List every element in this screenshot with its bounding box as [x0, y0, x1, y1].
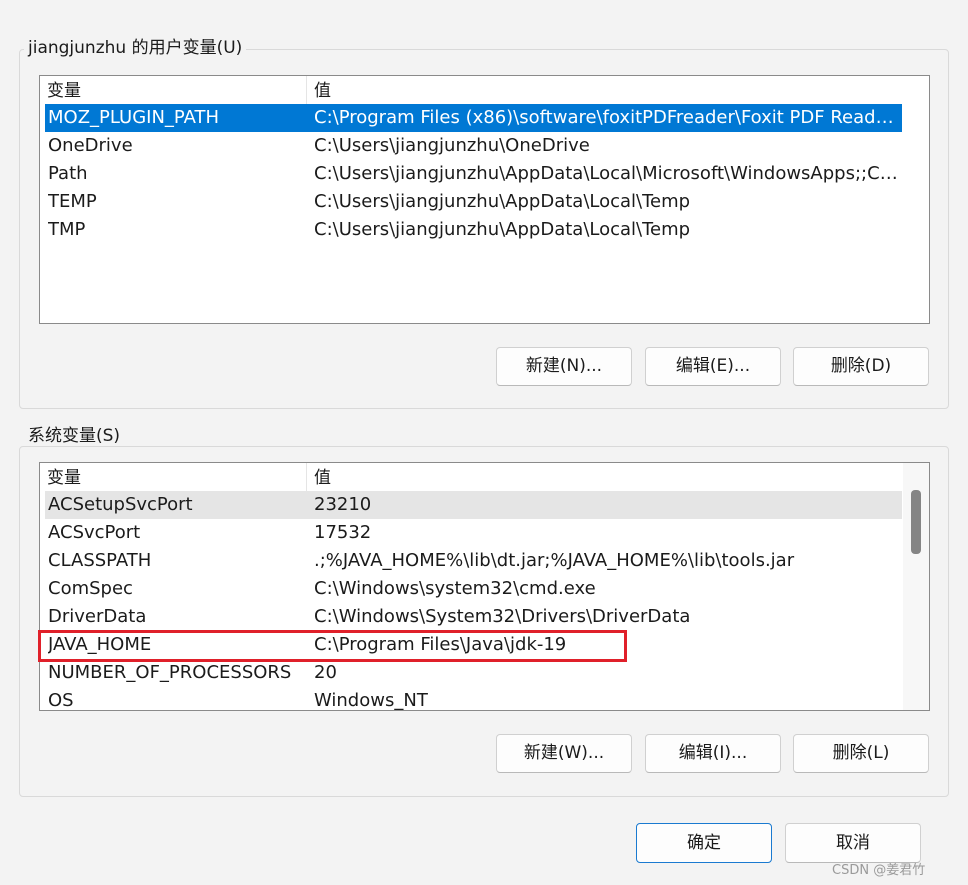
variable-name-cell: MOZ_PLUGIN_PATH [48, 107, 220, 128]
table-row[interactable]: ACSvcPort 17532 [45, 519, 902, 547]
table-row[interactable]: ACSetupSvcPort 23210 [45, 491, 902, 519]
user-variables-list[interactable]: 变量 值 MOZ_PLUGIN_PATH C:\Program Files (x8… [39, 75, 930, 324]
system-variables-title: 系统变量(S) [24, 426, 125, 446]
scrollbar-thumb[interactable] [911, 490, 921, 554]
table-row[interactable]: OS Windows_NT [45, 687, 902, 711]
table-row[interactable]: OneDrive C:\Users\jiangjunzhu\OneDrive [45, 132, 902, 160]
variable-value-cell: .;%JAVA_HOME%\lib\dt.jar;%JAVA_HOME%\lib… [314, 550, 795, 571]
variable-value-cell: C:\Users\jiangjunzhu\AppData\Local\Temp [314, 219, 691, 240]
variable-value-cell: Windows_NT [314, 690, 428, 711]
table-row[interactable]: NUMBER_OF_PROCESSORS 20 [45, 659, 902, 687]
variable-name-cell: TEMP [48, 191, 97, 212]
system-list-header: 变量 值 [40, 463, 929, 491]
table-row[interactable]: CLASSPATH .;%JAVA_HOME%\lib\dt.jar;%JAVA_… [45, 547, 902, 575]
user-variables-title: jiangjunzhu 的用户变量(U) [24, 38, 247, 58]
table-row[interactable]: TMP C:\Users\jiangjunzhu\AppData\Local\Te… [45, 216, 902, 244]
variable-value-cell: C:\Program Files (x86)\software\foxitPDF… [314, 107, 899, 128]
java-home-highlight-box [38, 630, 627, 662]
system-edit-button[interactable]: 编辑(I)... [645, 734, 781, 773]
system-new-button[interactable]: 新建(W)... [496, 734, 632, 773]
variable-name-cell: OneDrive [48, 135, 133, 156]
column-header-variable[interactable]: 变量 [40, 463, 307, 491]
variable-name-cell: ACSetupSvcPort [48, 494, 193, 515]
variable-value-cell: 17532 [314, 522, 372, 543]
variable-name-cell: NUMBER_OF_PROCESSORS [48, 662, 292, 683]
variable-value-cell: C:\Users\jiangjunzhu\AppData\Local\Micro… [314, 163, 899, 184]
variable-name-cell: TMP [48, 219, 86, 240]
watermark: CSDN @姜君竹 [832, 863, 926, 878]
table-row[interactable]: TEMP C:\Users\jiangjunzhu\AppData\Local\T… [45, 188, 902, 216]
user-new-button[interactable]: 新建(N)... [496, 347, 632, 386]
table-row[interactable]: ComSpec C:\Windows\system32\cmd.exe [45, 575, 902, 603]
variable-name-cell: CLASSPATH [48, 550, 152, 571]
system-list-scrollbar[interactable] [903, 463, 929, 710]
column-header-variable[interactable]: 变量 [40, 76, 307, 104]
variable-value-cell: 23210 [314, 494, 372, 515]
system-delete-button[interactable]: 删除(L) [793, 734, 929, 773]
variable-value-cell: 20 [314, 662, 337, 683]
variable-name-cell: Path [48, 163, 88, 184]
variable-value-cell: C:\Users\jiangjunzhu\OneDrive [314, 135, 590, 156]
variable-value-cell: C:\Users\jiangjunzhu\AppData\Local\Temp [314, 191, 691, 212]
cancel-button[interactable]: 取消 [785, 823, 921, 863]
ok-button[interactable]: 确定 [636, 823, 772, 863]
table-row[interactable]: MOZ_PLUGIN_PATH C:\Program Files (x86)\so… [45, 104, 902, 132]
variable-value-cell: C:\Windows\System32\Drivers\DriverData [314, 606, 691, 627]
user-list-header: 变量 值 [40, 76, 929, 104]
system-variables-list[interactable]: 变量 值 ACSetupSvcPort 23210 ACSvcPort 17532 CL… [39, 462, 930, 711]
user-edit-button[interactable]: 编辑(E)... [645, 347, 781, 386]
variable-name-cell: OS [48, 690, 74, 711]
user-delete-button[interactable]: 删除(D) [793, 347, 929, 386]
column-header-value[interactable]: 值 [307, 463, 902, 491]
table-row[interactable]: Path C:\Users\jiangjunzhu\AppData\Local\M… [45, 160, 902, 188]
column-header-value[interactable]: 值 [307, 76, 902, 104]
variable-value-cell: C:\Windows\system32\cmd.exe [314, 578, 596, 599]
variable-name-cell: DriverData [48, 606, 147, 627]
variable-name-cell: ComSpec [48, 578, 133, 599]
variable-name-cell: ACSvcPort [48, 522, 141, 543]
table-row[interactable]: DriverData C:\Windows\System32\Drivers\Dr… [45, 603, 902, 631]
